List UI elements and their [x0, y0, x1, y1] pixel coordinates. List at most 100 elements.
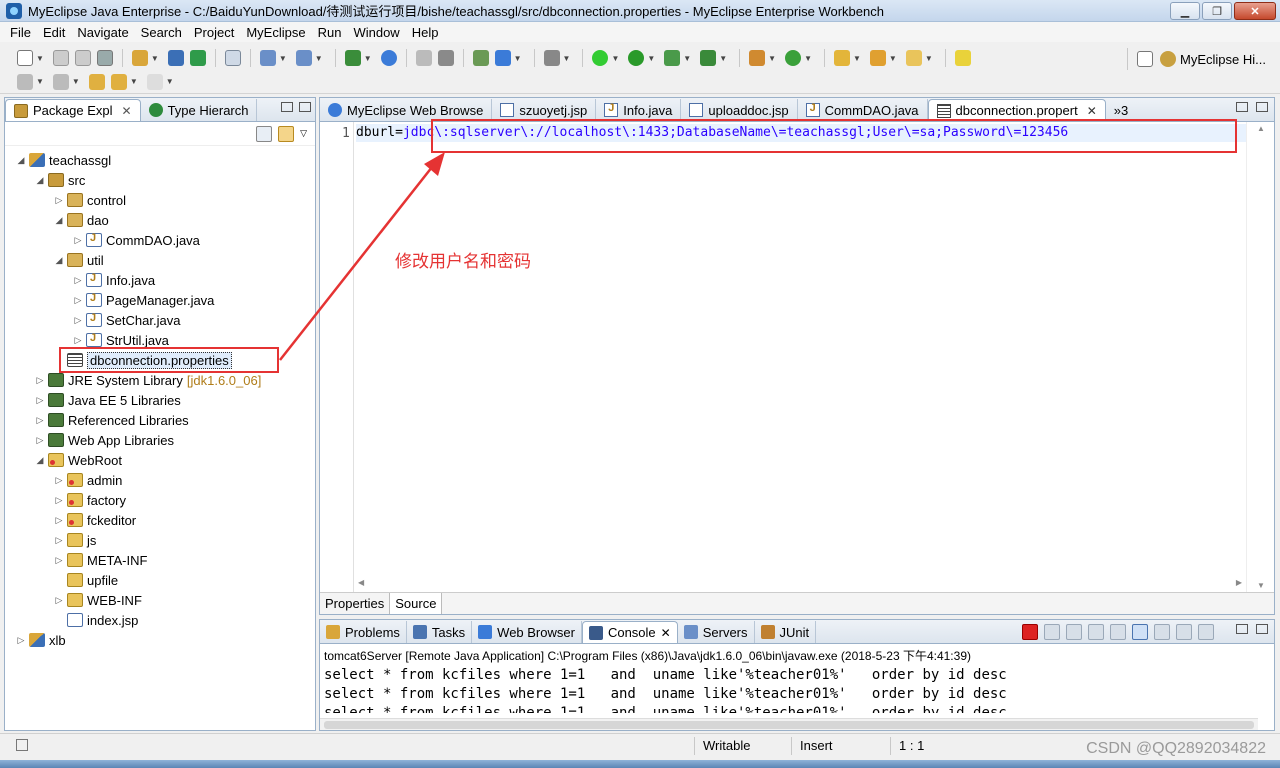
- package-explorer-icon[interactable]: [472, 50, 489, 66]
- chevron-down-icon[interactable]: ▼: [279, 54, 287, 63]
- tree-item[interactable]: ▷ CommDAO.java: [5, 230, 315, 250]
- tree-item[interactable]: ▷ Info.java: [5, 270, 315, 290]
- editor-tab[interactable]: dbconnection.propert ✕: [927, 99, 1106, 121]
- new-project-icon[interactable]: [131, 50, 148, 66]
- expand-toggle-icon[interactable]: ▷: [53, 515, 65, 526]
- menu-edit[interactable]: Edit: [37, 25, 71, 40]
- maximize-panel-icon[interactable]: [299, 102, 311, 112]
- run-external-icon[interactable]: [664, 50, 681, 66]
- minimize-button[interactable]: ▁: [1170, 2, 1200, 20]
- forward-icon[interactable]: [146, 73, 163, 90]
- tree-item[interactable]: ▷ WEB-INF: [5, 590, 315, 610]
- menu-search[interactable]: Search: [135, 25, 188, 40]
- expand-toggle-icon[interactable]: ▷: [34, 375, 46, 386]
- tree-item[interactable]: ▷ Referenced Libraries: [5, 410, 315, 430]
- maximize-button[interactable]: ❐: [1202, 2, 1232, 20]
- expand-toggle-icon[interactable]: ◢: [15, 155, 27, 166]
- display-console-icon[interactable]: [1176, 624, 1192, 640]
- scrollbar-thumb[interactable]: [324, 721, 1254, 729]
- tree-item[interactable]: ▷ xlb: [5, 630, 315, 650]
- close-window-button[interactable]: ✕: [1234, 2, 1276, 20]
- chevron-down-icon[interactable]: ▼: [647, 54, 655, 63]
- tree-item[interactable]: dbconnection.properties: [5, 350, 315, 370]
- maximize-panel-icon[interactable]: [1256, 102, 1268, 112]
- perspective-switcher[interactable]: MyEclipse Hi...: [1127, 48, 1272, 70]
- open-type-icon[interactable]: [833, 50, 850, 66]
- tab-source[interactable]: Source: [390, 593, 443, 614]
- remove-all-icon[interactable]: [1066, 624, 1082, 640]
- close-icon[interactable]: ✕: [1087, 104, 1097, 118]
- link-with-editor-icon[interactable]: [278, 125, 295, 142]
- tree-item[interactable]: ▷ factory: [5, 490, 315, 510]
- chevron-down-icon[interactable]: ▼: [768, 54, 776, 63]
- editor-tab[interactable]: Info.java: [596, 99, 682, 121]
- open-console-icon[interactable]: [1198, 624, 1214, 640]
- debug-icon[interactable]: [592, 50, 609, 66]
- tab-package-explorer[interactable]: Package Expl ✕: [5, 99, 141, 121]
- clear-console-icon[interactable]: [1088, 624, 1104, 640]
- console-view-tab[interactable]: Servers: [678, 621, 755, 643]
- menu-file[interactable]: File: [4, 25, 37, 40]
- camera-icon[interactable]: [543, 50, 560, 66]
- menu-run[interactable]: Run: [312, 25, 348, 40]
- expand-toggle-icon[interactable]: ▷: [72, 315, 84, 326]
- next-annotation-icon[interactable]: [17, 73, 33, 90]
- console-view-tab[interactable]: Console ✕: [581, 621, 678, 643]
- editor-tab[interactable]: CommDAO.java: [798, 99, 928, 121]
- deploy-icon[interactable]: [167, 50, 184, 66]
- expand-toggle-icon[interactable]: ◢: [34, 455, 46, 466]
- maximize-panel-icon[interactable]: [1256, 624, 1268, 634]
- save-icon[interactable]: [52, 50, 69, 66]
- minimize-panel-icon[interactable]: [281, 102, 293, 112]
- expand-toggle-icon[interactable]: ▷: [34, 435, 46, 446]
- chevron-down-icon[interactable]: ▼: [36, 77, 44, 86]
- console-view-tab[interactable]: Tasks: [407, 621, 473, 643]
- chevron-down-icon[interactable]: ▼: [364, 54, 372, 63]
- remove-launch-icon[interactable]: [1044, 624, 1060, 640]
- collapse-all-icon[interactable]: [256, 125, 273, 142]
- menu-window[interactable]: Window: [347, 25, 405, 40]
- console-horizontal-scrollbar[interactable]: [320, 718, 1258, 730]
- editor-tab[interactable]: MyEclipse Web Browse: [320, 99, 493, 121]
- expand-toggle-icon[interactable]: ▷: [72, 295, 84, 306]
- tab-type-hierarchy[interactable]: Type Hierarch: [141, 99, 258, 121]
- close-icon[interactable]: ✕: [122, 104, 132, 118]
- expand-toggle-icon[interactable]: ◢: [53, 215, 65, 226]
- chevron-down-icon[interactable]: ▼: [719, 54, 727, 63]
- code-area[interactable]: 1 dburl=jdbc\:sqlserver\://localhost\:14…: [320, 122, 1274, 592]
- expand-toggle-icon[interactable]: ▷: [34, 415, 46, 426]
- vertical-scrollbar[interactable]: ▲ ▼: [1246, 122, 1274, 592]
- minimize-panel-icon[interactable]: [1236, 102, 1248, 112]
- tree-item[interactable]: ▷ control: [5, 190, 315, 210]
- tree-item[interactable]: ▷ SetChar.java: [5, 310, 315, 330]
- chevron-down-icon[interactable]: ▼: [889, 54, 897, 63]
- browser-icon[interactable]: [380, 50, 397, 66]
- close-icon[interactable]: ✕: [661, 626, 671, 640]
- pin-console-icon[interactable]: [1154, 624, 1170, 640]
- deploy-server-icon[interactable]: [344, 50, 361, 66]
- expand-toggle-icon[interactable]: ▷: [53, 535, 65, 546]
- console-view-tab[interactable]: Problems: [320, 621, 407, 643]
- expand-toggle-icon[interactable]: ▷: [72, 235, 84, 246]
- chevron-down-icon[interactable]: ▼: [804, 54, 812, 63]
- chevron-down-icon[interactable]: ▼: [151, 54, 159, 63]
- editor-tab[interactable]: uploaddoc.jsp: [681, 99, 798, 121]
- tree-item[interactable]: ▷ JRE System Library [jdk1.6.0_06]: [5, 370, 315, 390]
- tree-item[interactable]: ◢ src: [5, 170, 315, 190]
- chevron-down-icon[interactable]: ▼: [683, 54, 691, 63]
- menu-help[interactable]: Help: [406, 25, 445, 40]
- open-task-icon[interactable]: [869, 50, 886, 66]
- fast-view-icon[interactable]: [16, 739, 28, 751]
- print-icon[interactable]: [96, 50, 113, 66]
- minimize-panel-icon[interactable]: [1236, 624, 1248, 634]
- chevron-down-icon[interactable]: ▼: [514, 54, 522, 63]
- open-perspective-icon[interactable]: [1137, 51, 1154, 67]
- console-view-tab[interactable]: Web Browser: [472, 621, 582, 643]
- tree-item[interactable]: ▷ StrUtil.java: [5, 330, 315, 350]
- expand-toggle-icon[interactable]: ▷: [53, 475, 65, 486]
- wand-icon[interactable]: [259, 50, 276, 66]
- horizontal-scrollbar[interactable]: ◀ ▶: [354, 578, 1246, 592]
- chevron-down-icon[interactable]: ▼: [166, 77, 174, 86]
- menu-project[interactable]: Project: [188, 25, 240, 40]
- expand-toggle-icon[interactable]: ▷: [15, 635, 27, 646]
